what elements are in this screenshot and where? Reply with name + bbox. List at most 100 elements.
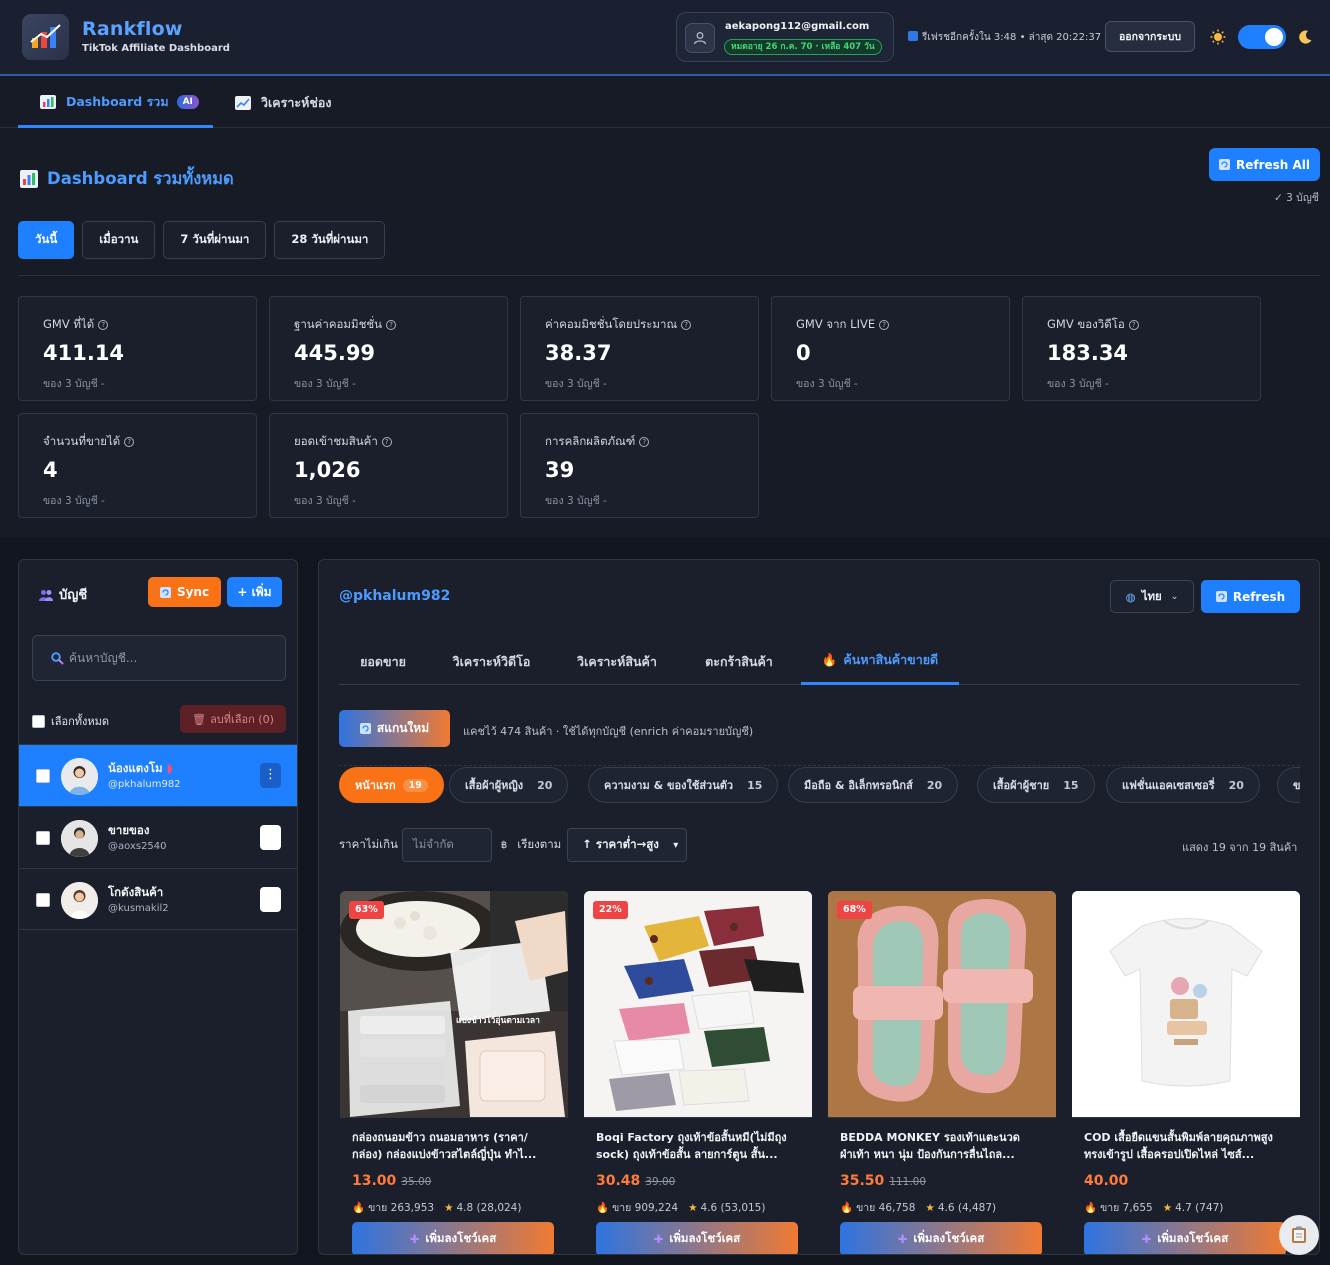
- account-checkbox[interactable]: [36, 893, 50, 907]
- avatar: [61, 820, 98, 857]
- avatar: [61, 758, 98, 795]
- stat-card-live-gmv: GMV จาก LIVE? 0 ของ 3 บัญชี -: [771, 296, 1010, 401]
- price-placeholder: ไม่จำกัด: [412, 837, 454, 851]
- refresh-icon: [1218, 159, 1230, 170]
- help-icon[interactable]: ?: [1128, 320, 1139, 330]
- product-card[interactable]: COD เสื้อยืดแขนสั้นพิมพ์ลายคุณภาพสูง ทรง…: [1072, 891, 1300, 1254]
- logo: [22, 14, 69, 60]
- fire-icon: 🔥: [821, 652, 838, 667]
- add-to-showcase-button[interactable]: ✚ เพิ่มลงโชว์เคส: [352, 1222, 554, 1254]
- rating: 4.7 (747): [1175, 1202, 1224, 1214]
- add-to-showcase-label: เพิ่มลงโชว์เคส: [1157, 1231, 1229, 1245]
- delete-selected-button[interactable]: 🗑 ลบที่เลือก (0): [180, 705, 286, 733]
- account-item[interactable]: ขายของ @aoxs2540: [19, 806, 297, 868]
- product-price: 13.00 35.00: [352, 1173, 431, 1189]
- checkbox[interactable]: [32, 714, 45, 728]
- kebab-menu-icon[interactable]: [260, 887, 281, 912]
- add-to-showcase-button[interactable]: ✚ เพิ่มลงโชว์เคส: [1084, 1222, 1286, 1254]
- kebab-menu-icon[interactable]: [260, 825, 281, 850]
- auto-refresh-info: รีเฟรชอีกครั้งใน 3:48 • ล่าสุด 20:22:37: [908, 30, 1101, 45]
- help-icon[interactable]: ?: [879, 320, 890, 330]
- stat-sub: ของ 3 บัญชี -: [545, 378, 607, 390]
- select-all-checkbox[interactable]: เลือกทั้งหมด: [32, 712, 109, 730]
- account-checkbox[interactable]: [36, 769, 50, 783]
- account-item[interactable]: น้องแตงโม ◗ @pkhalum982 ⋮: [19, 744, 297, 806]
- main-nav: Dashboard รวม AI วิเคราะห์ช่อง: [0, 78, 1330, 128]
- image-overlay-text: แบ่งข้าวไว้อุ่นตามเวลา: [456, 1016, 540, 1026]
- category-electronics[interactable]: มือถือ & อิเล็กทรอนิกส์ 20: [788, 767, 959, 803]
- tab-channel-analysis[interactable]: วิเคราะห์ช่อง: [235, 78, 331, 128]
- help-icon[interactable]: ?: [98, 320, 109, 330]
- star-icon: ★: [688, 1202, 698, 1214]
- user-chip[interactable]: aekapong112@gmail.com หมดอายุ 26 ก.ค. 70…: [676, 12, 894, 62]
- account-search-input[interactable]: ค้นหาบัญชี...: [32, 635, 286, 681]
- tab-product-analysis[interactable]: วิเคราะห์สินค้า: [567, 638, 667, 685]
- product-info: COD เสื้อยืดแขนสั้นพิมพ์ลายคุณภาพสูง ทรง…: [1072, 1117, 1300, 1254]
- kebab-menu-icon[interactable]: ⋮: [260, 763, 281, 788]
- stat-label-text: ค่าคอมมิชชั่นโดยประมาณ: [545, 317, 678, 331]
- product-price: 40.00: [1084, 1173, 1128, 1189]
- logout-button[interactable]: ออกจากระบบ: [1105, 21, 1195, 52]
- refresh-icon: [908, 31, 918, 41]
- stat-value: 1,026: [294, 458, 361, 482]
- product-image: [1072, 891, 1300, 1117]
- category-beauty[interactable]: ความงาม & ของใช้ส่วนตัว 15: [588, 767, 779, 803]
- page-title-text: Dashboard รวมทั้งหมด: [47, 169, 234, 188]
- stat-card-estimated-commission: ค่าคอมมิชชั่นโดยประมาณ? 38.37 ของ 3 บัญช…: [520, 296, 759, 401]
- category-women-clothing[interactable]: เสื้อผ้าผู้หญิง 20: [449, 767, 569, 803]
- help-icon[interactable]: ?: [124, 437, 135, 447]
- bar-chart-icon: [40, 94, 56, 109]
- sold-count: ขาย 263,953: [368, 1202, 435, 1214]
- product-card[interactable]: แบ่งข้าวไว้อุ่นตามเวลา 63% กล่องถนอมข้าว…: [340, 891, 568, 1254]
- price-label: ราคาไม่เกิน: [339, 837, 398, 851]
- rescan-button[interactable]: สแกนใหม่: [339, 710, 450, 747]
- product-image: แบ่งข้าวไว้อุ่นตามเวลา: [340, 891, 568, 1117]
- tab-find-best-sellers[interactable]: 🔥 ค้นหาสินค้าขายดี: [801, 638, 959, 685]
- category-label: แฟชั่นแอคเซสเซอรี่: [1122, 779, 1215, 792]
- product-card[interactable]: 68% BEDDA MONKEY รองเท้าแตะนวด ฝ่าเท้า ห…: [828, 891, 1056, 1254]
- period-7-days[interactable]: 7 วันที่ผ่านมา: [163, 221, 267, 259]
- product-meta: 🔥 ขาย 909,224 ★ 4.6 (53,015): [596, 1199, 765, 1216]
- add-to-showcase-button[interactable]: ✚ เพิ่มลงโชว์เคส: [596, 1222, 798, 1254]
- stat-card-gmv: GMV ที่ได้? 411.14 ของ 3 บัญชี -: [18, 296, 257, 401]
- sync-button[interactable]: Sync: [148, 577, 221, 607]
- tab-video-analysis[interactable]: วิเคราะห์วิดีโอ: [444, 638, 539, 685]
- help-icon[interactable]: ?: [381, 437, 392, 447]
- product-card[interactable]: 22% Boqi Factory ถุงเท้าข้อสั้นหมี(ไม่มี…: [584, 891, 812, 1254]
- language-select[interactable]: ◍ ไทย ⌄: [1110, 580, 1194, 613]
- tab-dashboard[interactable]: Dashboard รวม AI: [18, 78, 213, 128]
- help-icon[interactable]: ?: [639, 437, 650, 447]
- tab-product-cart[interactable]: ตะกร้าสินค้า: [694, 638, 784, 685]
- period-today[interactable]: วันนี้: [18, 221, 75, 259]
- refresh-button[interactable]: Refresh: [1201, 580, 1300, 613]
- stat-value: 183.34: [1047, 341, 1129, 365]
- add-to-showcase-button[interactable]: ✚ เพิ่มลงโชว์เคส: [840, 1222, 1042, 1254]
- category-more[interactable]: ข: [1277, 767, 1300, 803]
- stat-card-items-sold: จำนวนที่ขายได้? 4 ของ 3 บัญชี -: [18, 413, 257, 518]
- max-price-input[interactable]: ไม่จำกัด: [401, 828, 492, 862]
- category-men-clothing[interactable]: เสื้อผ้าผู้ชาย 15: [977, 767, 1095, 803]
- stat-label-text: จำนวนที่ขายได้: [43, 434, 121, 448]
- stat-value: 39: [545, 458, 575, 482]
- ai-badge: AI: [176, 94, 199, 109]
- theme-toggle[interactable]: [1238, 25, 1286, 49]
- category-count: 20: [926, 778, 943, 792]
- tab-sales[interactable]: ยอดขาย: [339, 638, 427, 685]
- accounts-sidebar: บัญชี Sync + เพิ่ม ค้นหาบัญชี... เลือกทั…: [18, 559, 298, 1255]
- clipboard-icon: [1292, 1226, 1306, 1243]
- account-item[interactable]: โกดังสินค้า @kusmakil2: [19, 868, 297, 930]
- refresh-all-button[interactable]: Refresh All: [1209, 148, 1320, 181]
- stat-label: GMV จาก LIVE?: [796, 316, 890, 334]
- add-account-button[interactable]: + เพิ่ม: [227, 577, 282, 607]
- period-28-days[interactable]: 28 วันที่ผ่านมา: [274, 221, 386, 259]
- help-icon[interactable]: ?: [386, 320, 397, 330]
- period-yesterday[interactable]: เมื่อวาน: [82, 221, 156, 259]
- product-meta: 🔥 ขาย 7,655 ★ 4.7 (747): [1084, 1199, 1223, 1216]
- help-icon[interactable]: ?: [681, 320, 692, 330]
- sort-select[interactable]: ↑ ราคาต่ำ→สูง ▾: [567, 828, 688, 862]
- category-accessories[interactable]: แฟชั่นแอคเซสเซอรี่ 20: [1106, 767, 1260, 803]
- clipboard-fab[interactable]: [1279, 1215, 1319, 1255]
- category-home[interactable]: หน้าแรก 19: [339, 767, 444, 803]
- stat-label-text: GMV จาก LIVE: [796, 317, 876, 331]
- account-checkbox[interactable]: [36, 831, 50, 845]
